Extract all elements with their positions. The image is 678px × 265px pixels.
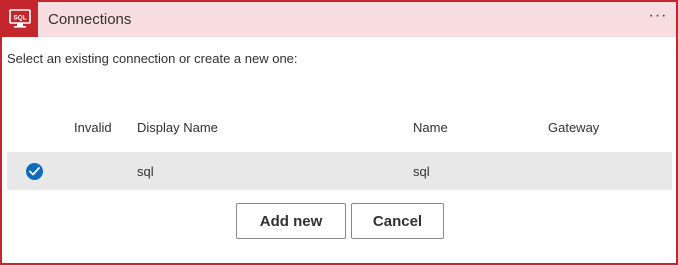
row-display-name: sql	[137, 164, 154, 179]
table-header: Invalid Display Name Name Gateway	[2, 120, 676, 140]
column-name: Name	[413, 120, 448, 135]
sql-monitor-icon: SQL	[9, 9, 31, 28]
column-display-name: Display Name	[137, 120, 218, 135]
connection-row[interactable]: sql sql	[7, 152, 672, 190]
cancel-button[interactable]: Cancel	[351, 203, 444, 239]
selected-check-icon[interactable]	[26, 163, 43, 180]
panel-title: Connections	[48, 11, 132, 28]
column-invalid: Invalid	[74, 120, 112, 135]
add-new-button[interactable]: Add new	[236, 203, 346, 239]
panel-header: SQL Connections ···	[2, 2, 676, 37]
row-name: sql	[413, 164, 430, 179]
sql-icon-label: SQL	[13, 15, 26, 22]
more-options-button[interactable]: ···	[644, 8, 672, 30]
checkmark-icon	[29, 167, 40, 176]
instructions-text: Select an existing connection or create …	[7, 51, 298, 66]
connections-panel: SQL Connections ··· Select an existing c…	[0, 0, 678, 265]
column-gateway: Gateway	[548, 120, 600, 135]
sql-connector-icon: SQL	[2, 2, 38, 37]
